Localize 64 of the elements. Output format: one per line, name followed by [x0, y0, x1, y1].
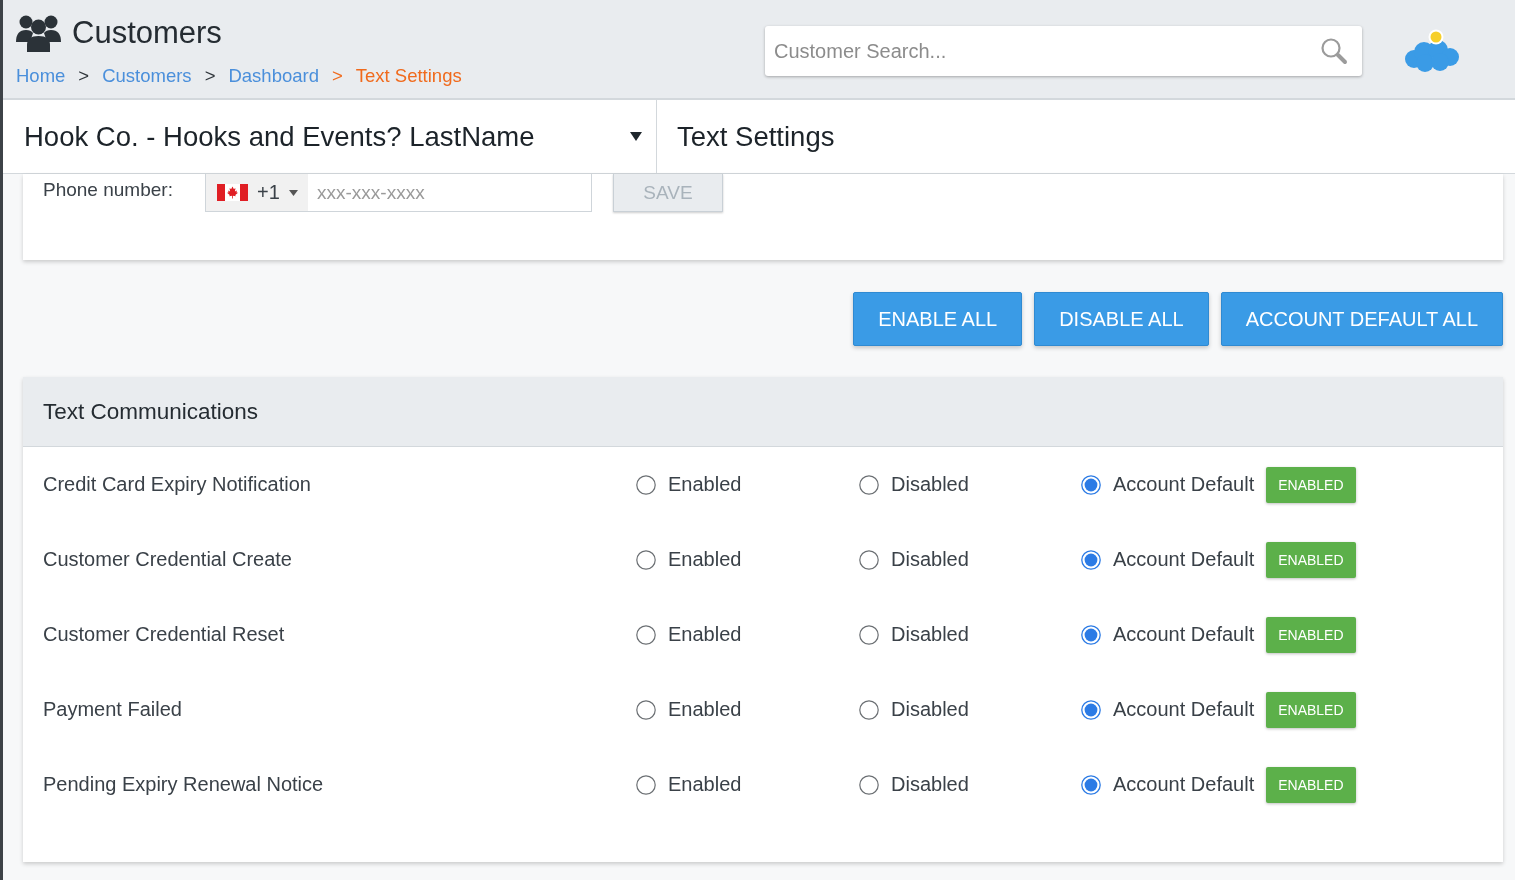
radio-label: Disabled	[891, 623, 969, 646]
radio-label: Account Default	[1113, 698, 1255, 721]
notification-name: Pending Expiry Renewal Notice	[43, 773, 325, 796]
radio-label: Account Default	[1113, 623, 1255, 646]
radio-label: Enabled	[668, 548, 742, 571]
section-heading: Text Communications	[43, 398, 259, 425]
radio-label: Account Default	[1113, 548, 1255, 571]
status-badge: ENABLED	[1266, 766, 1356, 803]
radio-label: Enabled	[668, 473, 742, 496]
status-badge: ENABLED	[1266, 541, 1356, 578]
radio-button[interactable]	[636, 699, 656, 720]
breadcrumb-separator: >	[331, 65, 343, 87]
field-label: Phone number:	[43, 178, 174, 201]
radio-button[interactable]	[859, 624, 879, 645]
radio-button[interactable]	[636, 474, 656, 495]
radio-button[interactable]	[859, 549, 879, 570]
breadcrumb-link[interactable]: Text Settings	[355, 65, 462, 87]
caret-icon	[630, 132, 642, 141]
radio-label: Enabled	[668, 698, 742, 721]
radio-label: Account Default	[1113, 773, 1255, 796]
search-field[interactable]: Customer Search...	[765, 26, 1362, 76]
radio-button[interactable]	[636, 624, 656, 645]
notification-name: Payment Failed	[43, 698, 183, 721]
cloud-logo-icon	[1404, 29, 1460, 73]
breadcrumb-link[interactable]: Home	[16, 65, 66, 87]
radio-label: Enabled	[668, 623, 742, 646]
bulk-action-button[interactable]: DISABLE ALL	[1034, 292, 1209, 346]
phone-input[interactable]: xxx-xxx-xxxx	[308, 174, 592, 212]
flag-icon	[217, 184, 248, 201]
radio-button[interactable]	[1081, 774, 1101, 795]
status-badge: ENABLED	[1266, 691, 1356, 728]
section-title: Text Settings	[676, 119, 835, 154]
radio-button[interactable]	[859, 474, 879, 495]
breadcrumb-link[interactable]: Dashboard	[228, 65, 319, 87]
radio-label: Disabled	[891, 698, 969, 721]
breadcrumb-separator: >	[78, 65, 90, 87]
radio-button[interactable]	[1081, 624, 1101, 645]
country-code-dropdown[interactable]: +1	[205, 174, 308, 212]
users-icon	[16, 14, 61, 52]
radio-label: Disabled	[891, 473, 969, 496]
status-badge: ENABLED	[1266, 466, 1356, 503]
radio-button[interactable]	[859, 699, 879, 720]
status-badge: ENABLED	[1266, 616, 1356, 653]
search-icon[interactable]	[1320, 37, 1348, 65]
radio-button[interactable]	[859, 774, 879, 795]
radio-label: Disabled	[891, 773, 969, 796]
radio-label: Account Default	[1113, 473, 1255, 496]
page-heading: Customers	[72, 14, 222, 52]
radio-label: Disabled	[891, 548, 969, 571]
radio-button[interactable]	[1081, 549, 1101, 570]
bulk-action-button[interactable]: ACCOUNT DEFAULT ALL	[1220, 292, 1503, 346]
bulk-action-button[interactable]: ENABLE ALL	[853, 292, 1023, 346]
breadcrumb-separator: >	[204, 65, 216, 87]
notification-name: Customer Credential Create	[43, 548, 293, 571]
radio-label: Enabled	[668, 773, 742, 796]
radio-button[interactable]	[1081, 699, 1101, 720]
radio-button[interactable]	[636, 774, 656, 795]
radio-button[interactable]	[1081, 474, 1101, 495]
notification-name: Customer Credential Reset	[43, 623, 286, 646]
breadcrumb-link[interactable]: Customers	[102, 65, 192, 87]
radio-button[interactable]	[636, 549, 656, 570]
notification-name: Credit Card Expiry Notification	[43, 473, 312, 496]
customer-dropdown[interactable]: Hook Co. - Hooks and Events? LastName	[3, 100, 657, 173]
caret-icon	[288, 189, 298, 196]
